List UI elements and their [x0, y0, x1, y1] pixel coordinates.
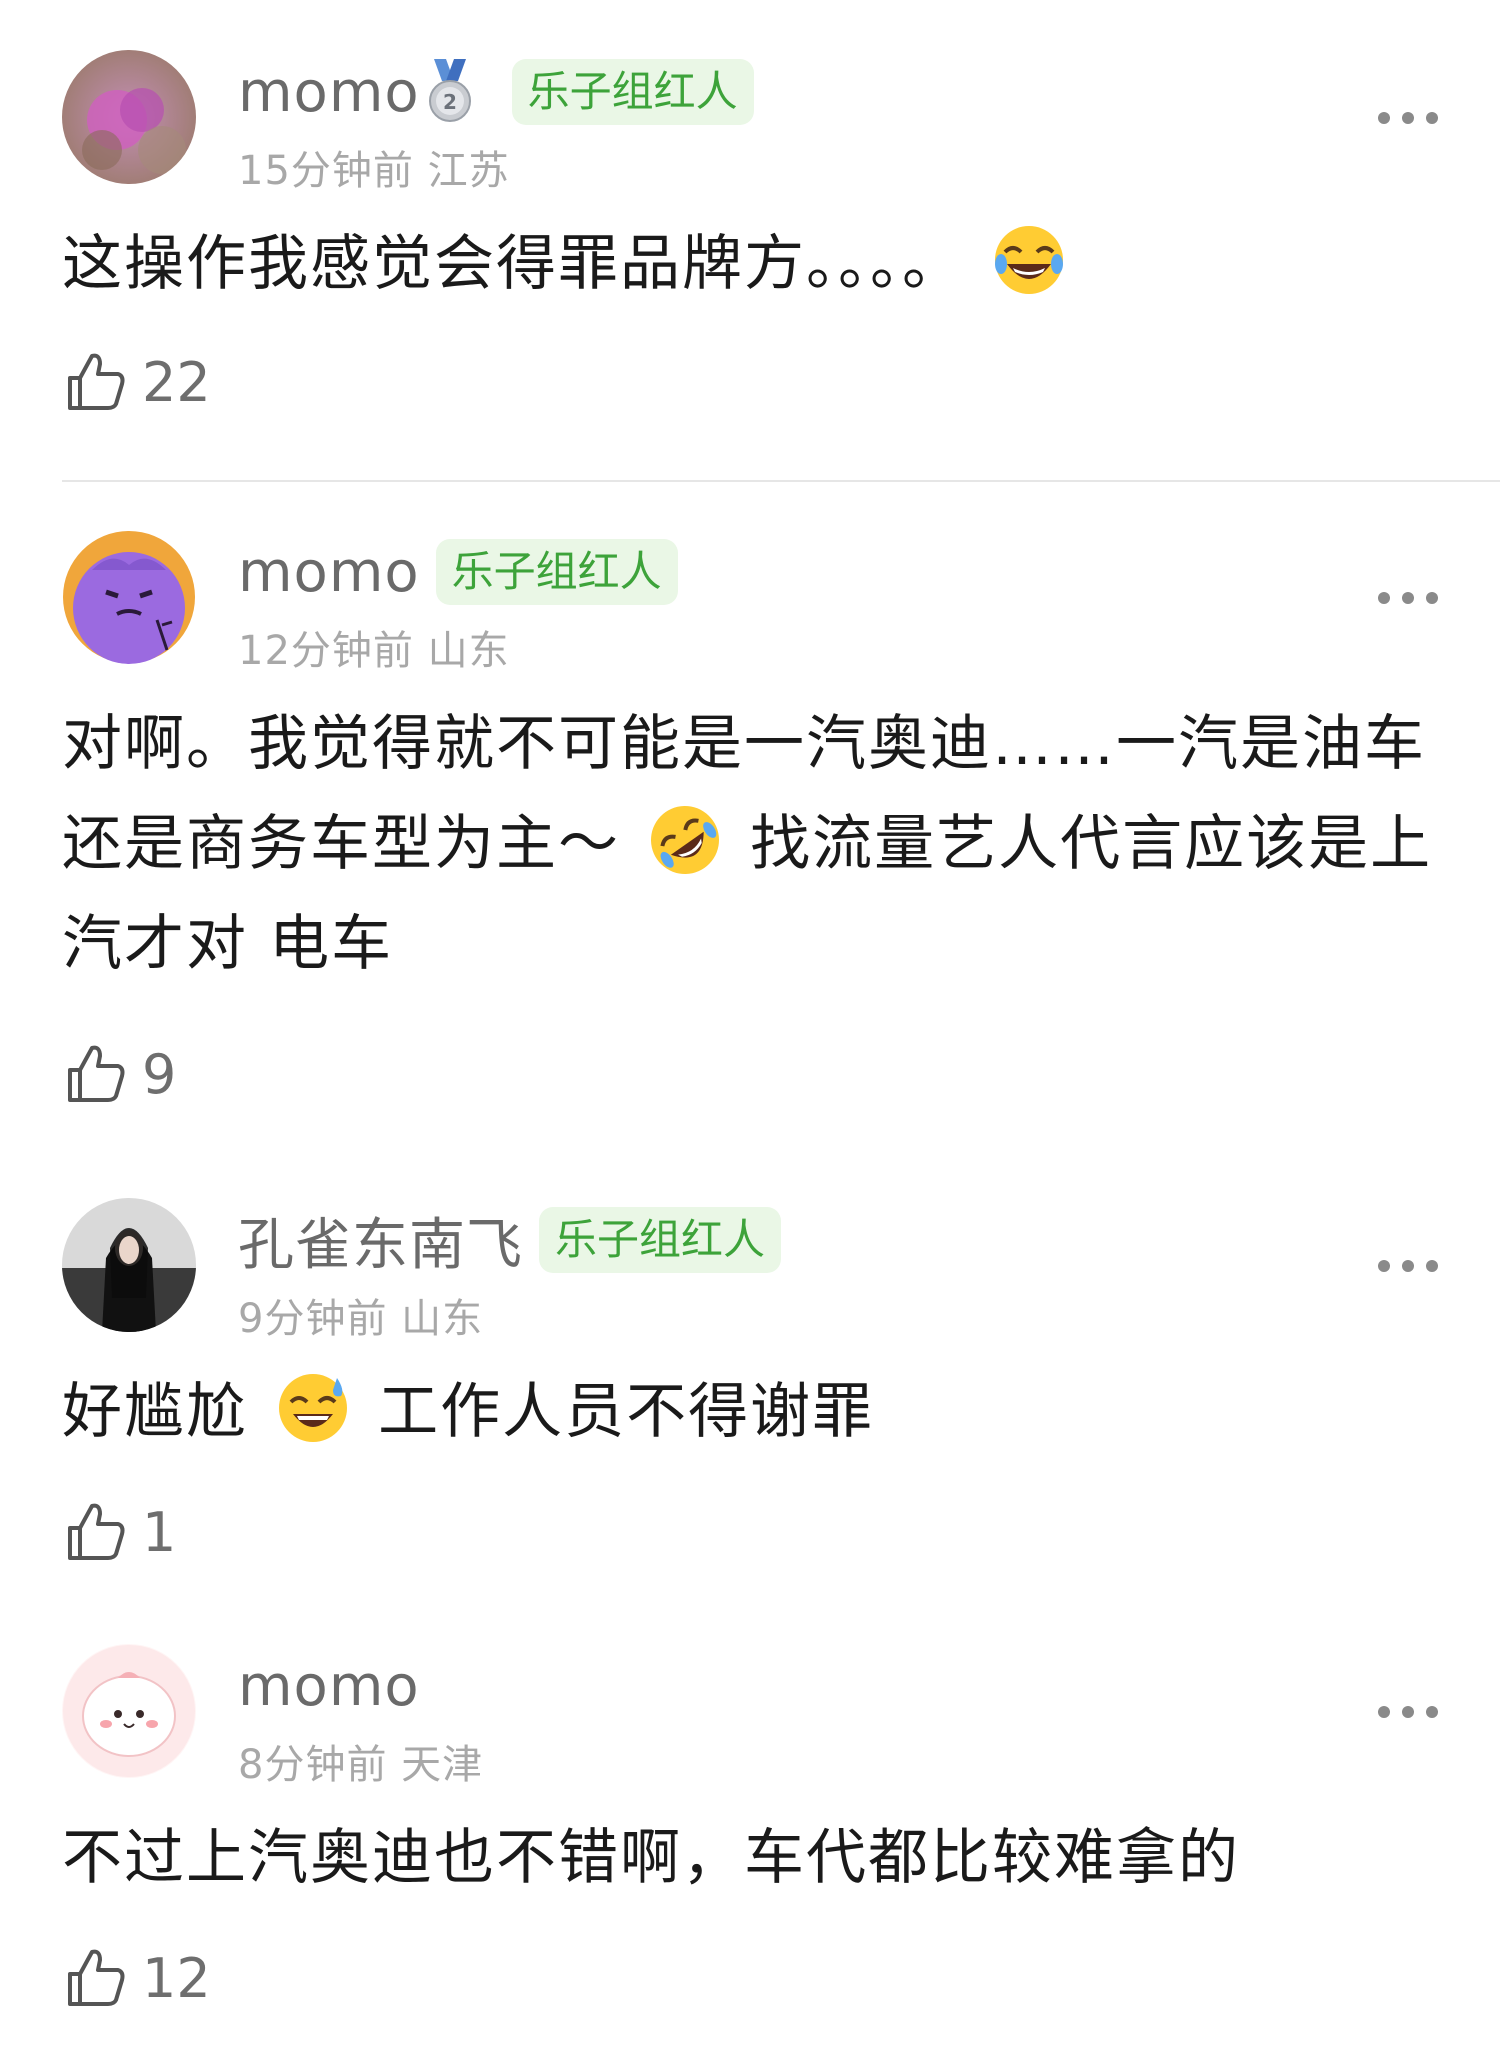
thumbs-up-icon — [68, 1949, 125, 2006]
user-badge: 乐子组红人 — [435, 539, 678, 605]
username[interactable]: momo — [238, 540, 420, 605]
thumbs-up-icon — [68, 1045, 125, 1102]
like-button[interactable]: 1 — [62, 1498, 176, 1566]
comment-location: 江苏 — [427, 148, 510, 194]
comment-location: 山东 — [401, 1296, 484, 1342]
comment-text: 这操作我感觉会得罪品牌方。。。。 — [62, 214, 1442, 314]
username[interactable]: momo — [238, 1654, 420, 1719]
silver-medal-icon: 2 — [428, 59, 471, 122]
avatar[interactable] — [62, 530, 196, 664]
like-button[interactable]: 9 — [62, 1040, 176, 1108]
name-row: 孔雀东南飞 乐子组红人 — [238, 1204, 782, 1278]
comment-text: 不过上汽奥迪也不错啊，车代都比较难拿的 — [62, 1823, 1240, 1893]
divider — [62, 480, 1500, 482]
like-button[interactable]: 12 — [62, 1944, 211, 2012]
like-count: 22 — [142, 350, 211, 414]
comment-location: 山东 — [427, 628, 510, 674]
comment-time: 8分钟前 — [238, 1742, 388, 1788]
comment-meta: 15分钟前 江苏 — [238, 138, 510, 196]
comment-meta: 12分钟前 山东 — [238, 618, 510, 676]
like-count: 1 — [142, 1500, 177, 1564]
comment-text: 好尴尬 工作人员不得谢罪 — [62, 1362, 1442, 1462]
user-badge: 乐子组红人 — [539, 1207, 782, 1273]
comment-text: 对啊。我觉得就不可能是一汽奥迪……一汽是油车还是商务车型为主～ 找流量艺人代言应… — [62, 709, 1433, 979]
avatar[interactable] — [62, 50, 196, 184]
username[interactable]: momo — [238, 60, 420, 125]
comment-meta: 9分钟前 山东 — [238, 1286, 483, 1344]
name-row: momo 2 乐子组红人 — [238, 56, 754, 128]
avatar[interactable] — [62, 1644, 196, 1778]
like-button[interactable]: 22 — [62, 348, 211, 416]
sweat-smile-emoji — [275, 1370, 351, 1446]
username[interactable]: 孔雀东南飞 — [238, 1200, 523, 1281]
joy-emoji — [991, 222, 1067, 298]
more-horizontal-icon[interactable] — [1378, 111, 1438, 125]
user-badge: 乐子组红人 — [511, 59, 754, 125]
comment-time: 15分钟前 — [238, 148, 414, 194]
comment-time: 12分钟前 — [238, 628, 414, 674]
like-count: 9 — [142, 1042, 177, 1106]
svg-text:2: 2 — [443, 90, 457, 114]
thumbs-up-icon — [68, 353, 125, 410]
more-horizontal-icon[interactable] — [1378, 1259, 1438, 1273]
comment-time: 9分钟前 — [238, 1296, 388, 1342]
avatar[interactable] — [62, 1198, 196, 1332]
comment-meta: 8分钟前 天津 — [238, 1732, 483, 1790]
more-horizontal-icon[interactable] — [1378, 591, 1438, 605]
like-count: 12 — [142, 1946, 211, 2010]
rofl-emoji — [647, 802, 723, 878]
more-horizontal-icon[interactable] — [1378, 1705, 1438, 1719]
comment-location: 天津 — [401, 1742, 484, 1788]
thumbs-up-icon — [68, 1503, 125, 1560]
name-row: momo — [238, 1650, 420, 1722]
name-row: momo 乐子组红人 — [238, 536, 678, 608]
